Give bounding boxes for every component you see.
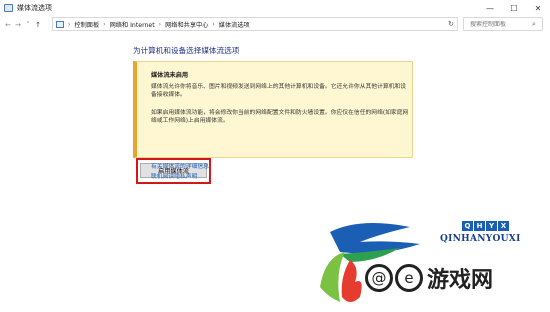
watermark-logo: Q H Y X QINHANYOUXI @ e 游戏网	[300, 212, 550, 312]
title-bar: 媒体流选项 — ☐ ✕	[0, 0, 550, 16]
forward-arrow-icon[interactable]: →	[13, 21, 23, 29]
badge-letter: Q	[462, 221, 473, 231]
address-bar: ← → ˅ ↑ › 控制面板 › 网络和 Internet › 网络和共享中心 …	[0, 16, 550, 33]
up-arrow-icon[interactable]: ↑	[33, 21, 43, 29]
streaming-disabled-notice: 媒体流未启用 媒体流允许你将音乐、图片和视频发送到网络上的其他计算机和设备。它还…	[133, 61, 413, 158]
circle-letter: @	[365, 264, 393, 292]
breadcrumb-network-sharing-center[interactable]: 网络和共享中心	[165, 20, 208, 29]
maximize-button[interactable]: ☐	[502, 0, 526, 16]
notice-warning: 如果启用媒体流功能，将会修改你当前的网络配置文件和防火墙设置。你应仅在信任的网络…	[151, 110, 409, 124]
control-panel-icon	[4, 4, 13, 12]
page-title: 为计算机和设备选择媒体流选项	[133, 46, 240, 55]
back-arrow-icon[interactable]: ←	[3, 21, 13, 29]
breadcrumb-separator: ›	[158, 20, 162, 28]
media-streaming-details-link[interactable]: 有关媒体流的详细信息	[151, 161, 209, 170]
breadcrumb-control-panel[interactable]: 控制面板	[74, 20, 99, 29]
site-chars: 游戏网	[427, 268, 494, 293]
search-icon[interactable]: ⌕	[532, 20, 536, 29]
breadcrumb-separator: ›	[103, 20, 106, 28]
brand-badge: Q H Y X	[462, 221, 510, 231]
minimize-button[interactable]: —	[478, 0, 502, 16]
site-name: @ e 游戏网	[365, 262, 493, 294]
breadcrumb-media-streaming-options[interactable]: 媒体流选项	[219, 20, 250, 29]
breadcrumb-separator: ›	[212, 20, 215, 28]
search-box: ⌕	[463, 17, 543, 31]
breadcrumb[interactable]: › 控制面板 › 网络和 Internet › 网络和共享中心 › 媒体流选项 …	[52, 17, 458, 31]
media-streaming-options-window: 媒体流选项 — ☐ ✕ ← → ˅ ↑ › 控制面板 › 网络和 Interne…	[0, 0, 550, 312]
search-input[interactable]	[470, 20, 530, 28]
notice-heading: 媒体流未启用	[151, 72, 189, 79]
notice-description: 媒体流允许你将音乐、图片和视频发送到网络上的其他计算机和设备。它还允许你从其他计…	[151, 84, 407, 98]
circle-letter: e	[395, 264, 423, 292]
window-controls: — ☐ ✕	[478, 0, 550, 16]
refresh-icon[interactable]: ↻	[448, 20, 454, 28]
window-title: 媒体流选项	[17, 4, 52, 12]
breadcrumb-network-internet[interactable]: 网络和 Internet	[110, 20, 155, 29]
badge-letter: X	[498, 221, 509, 231]
badge-letter: Y	[486, 221, 497, 231]
brand-name: QINHANYOUXI	[440, 234, 521, 244]
control-panel-icon	[56, 20, 64, 28]
breadcrumb-separator: ›	[68, 20, 71, 28]
privacy-statement-link[interactable]: 联机阅读隐私声明	[151, 171, 197, 180]
close-button[interactable]: ✕	[526, 0, 550, 16]
badge-letter: H	[474, 221, 485, 231]
recent-locations-chevron-icon[interactable]: ˅	[23, 21, 33, 29]
